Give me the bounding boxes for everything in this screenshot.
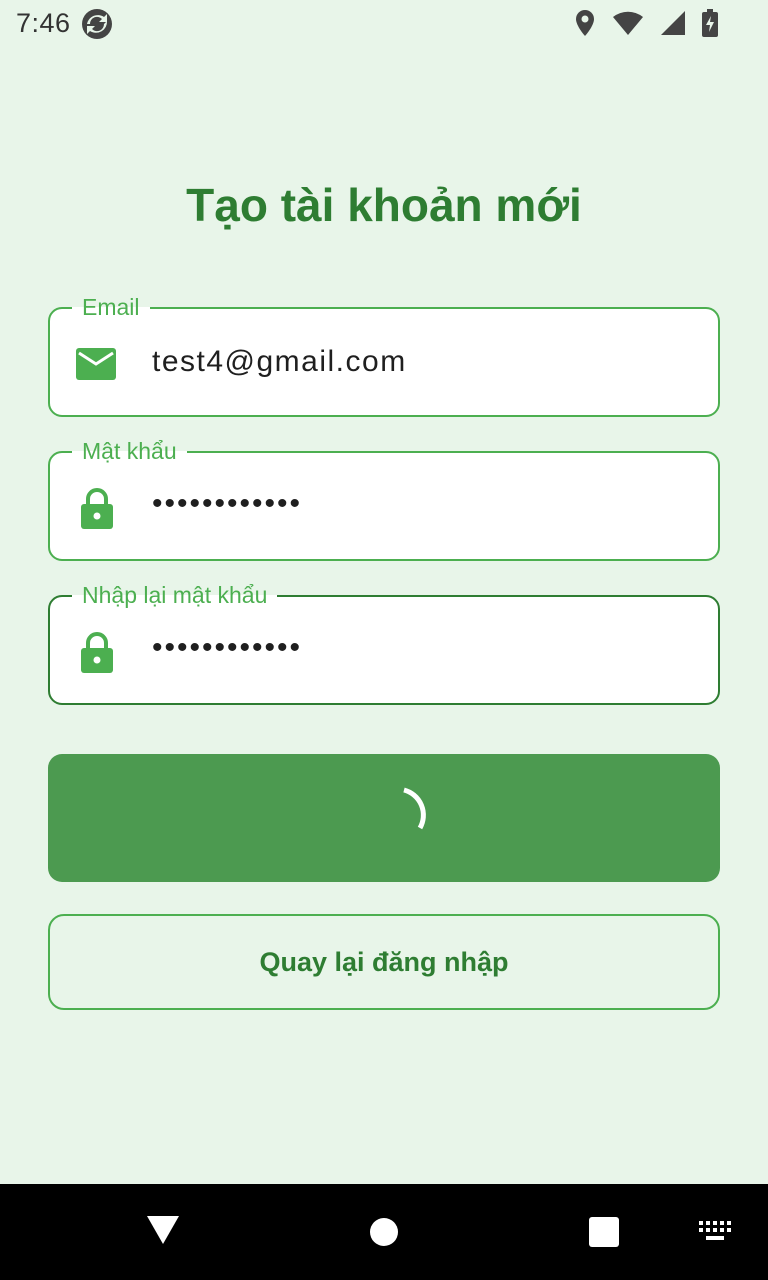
status-time: 7:46 [16, 8, 71, 38]
status-icons [574, 9, 718, 37]
sync-icon [82, 9, 112, 39]
status-bar: 7:46 [0, 0, 768, 48]
home-nav-icon[interactable] [370, 1218, 398, 1246]
lock-icon [81, 488, 113, 529]
keyboard-icon[interactable] [698, 1220, 732, 1242]
location-icon [576, 10, 594, 36]
battery-icon [702, 9, 718, 37]
email-label: Email [72, 293, 150, 321]
lock-icon [81, 632, 113, 673]
loading-spinner-icon [403, 787, 426, 830]
email-value: test4@gmail.com [152, 345, 407, 378]
confirm-password-field[interactable]: Nhập lại mật khẩu •••••••••••• [48, 581, 720, 705]
back-to-login-button[interactable]: Quay lại đăng nhập [48, 914, 720, 1010]
recents-nav-icon[interactable] [589, 1217, 619, 1247]
password-label: Mật khẩu [72, 437, 187, 465]
register-button[interactable] [48, 754, 720, 882]
password-value: •••••••••••• [152, 487, 303, 520]
mail-icon [76, 348, 116, 380]
wifi-icon [613, 11, 643, 36]
password-field[interactable]: Mật khẩu •••••••••••• [48, 437, 720, 561]
confirm-password-label: Nhập lại mật khẩu [72, 581, 278, 609]
back-nav-icon[interactable] [146, 1214, 180, 1246]
email-field[interactable]: Email test4@gmail.com [48, 293, 720, 417]
page-title: Tạo tài khoản mới [186, 179, 582, 231]
confirm-password-value: •••••••••••• [152, 631, 303, 664]
navigation-bar [0, 1184, 768, 1280]
signal-icon [661, 11, 685, 35]
